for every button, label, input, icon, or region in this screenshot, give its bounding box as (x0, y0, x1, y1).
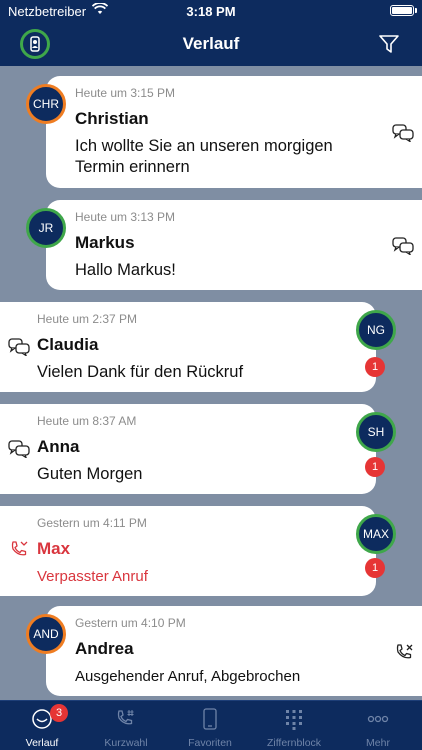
item-message: Guten Morgen (37, 465, 143, 483)
unread-badge: 1 (365, 558, 385, 578)
item-contact-name: Andrea (75, 639, 134, 658)
item-message: Ich wollte Sie an unseren morgigen Termi… (75, 137, 333, 176)
avatar-initials: SH (367, 425, 385, 439)
avatar-initials: AND (33, 627, 59, 641)
history-list[interactable]: Heute um 3:15 PM Christian Ich wollte Si… (0, 66, 422, 700)
history-item[interactable]: Heute um 3:15 PM Christian Ich wollte Si… (46, 76, 422, 188)
chat-icon (8, 338, 30, 361)
unread-badge: 1 (365, 457, 385, 477)
clock: 3:18 PM (186, 4, 236, 19)
tab-mehr[interactable]: Mehr (336, 701, 420, 750)
item-contact-name: Max (37, 539, 71, 558)
item-message: Ausgehender Anruf, Abgebrochen (75, 668, 301, 685)
item-time: Gestern um 4:10 PM (75, 616, 186, 630)
more-icon (366, 707, 390, 734)
chat-icon (392, 237, 414, 260)
contact-avatar[interactable]: AND (26, 614, 66, 654)
avatar-initials: JR (38, 221, 54, 235)
chat-icon (8, 440, 30, 463)
chat-icon (392, 124, 414, 147)
history-item[interactable]: Heute um 8:37 AM Anna Guten Morgen (0, 404, 376, 494)
tab-ziffernblock[interactable]: Ziffernblock (252, 701, 336, 750)
item-contact-name: Markus (75, 233, 135, 252)
history-item[interactable]: Gestern um 4:11 PM Max Verpasster Anruf (0, 506, 376, 596)
contact-avatar[interactable]: MAX (356, 514, 396, 554)
tab-label: Ziffernblock (266, 737, 322, 749)
avatar-initials: NG (367, 323, 385, 337)
item-contact-name: Anna (37, 437, 80, 456)
item-time: Gestern um 4:11 PM (37, 516, 147, 530)
unread-badge: 1 (365, 357, 385, 377)
tab-label: Favoriten (188, 737, 232, 749)
item-contact-name: Christian (75, 109, 149, 128)
battery-icon (390, 5, 414, 16)
item-time: Heute um 3:15 PM (75, 86, 176, 100)
missed-call-icon (9, 539, 29, 564)
favorites-phone-icon (198, 707, 222, 734)
page-title: Verlauf (182, 34, 240, 53)
tab-bar: 3 Verlauf Kurzwahl Favoriten Ziffernbloc… (0, 700, 422, 750)
nav-bar: Verlauf (0, 22, 422, 66)
tab-label: Kurzwahl (104, 737, 148, 749)
tab-badge: 3 (50, 704, 68, 722)
speed-dial-icon (114, 707, 138, 734)
item-time: Heute um 8:37 AM (37, 414, 137, 428)
tab-label: Mehr (366, 737, 390, 749)
keypad-icon (282, 707, 306, 734)
item-time: Heute um 2:37 PM (37, 312, 138, 326)
item-time: Heute um 3:13 PM (75, 210, 176, 224)
tab-favoriten[interactable]: Favoriten (168, 701, 252, 750)
item-message: Hallo Markus! (75, 261, 176, 279)
item-message: Vielen Dank für den Rückruf (37, 363, 244, 381)
contact-avatar[interactable]: JR (26, 208, 66, 248)
avatar-initials: MAX (362, 527, 389, 541)
battery-tip (415, 8, 417, 13)
contact-avatar[interactable]: NG (356, 310, 396, 350)
status-bar: Netzbetreiber 3:18 PM (0, 0, 422, 22)
contact-avatar[interactable]: SH (356, 412, 396, 452)
tab-kurzwahl[interactable]: Kurzwahl (84, 701, 168, 750)
item-message: Verpasster Anruf (37, 568, 148, 585)
history-item[interactable]: Heute um 3:13 PM Markus Hallo Markus! (46, 200, 422, 290)
contact-avatar[interactable]: CHR (26, 84, 66, 124)
tab-verlauf[interactable]: 3 Verlauf (0, 701, 84, 750)
item-contact-name: Claudia (37, 335, 99, 354)
history-item[interactable]: Heute um 2:37 PM Claudia Vielen Dank für… (0, 302, 376, 392)
call-cancelled-icon (394, 642, 414, 667)
filter-icon[interactable] (378, 33, 400, 60)
avatar-initials: CHR (33, 97, 59, 111)
history-item[interactable]: Gestern um 4:10 PM Andrea Ausgehender An… (46, 606, 422, 696)
tab-label: Verlauf (25, 737, 59, 749)
